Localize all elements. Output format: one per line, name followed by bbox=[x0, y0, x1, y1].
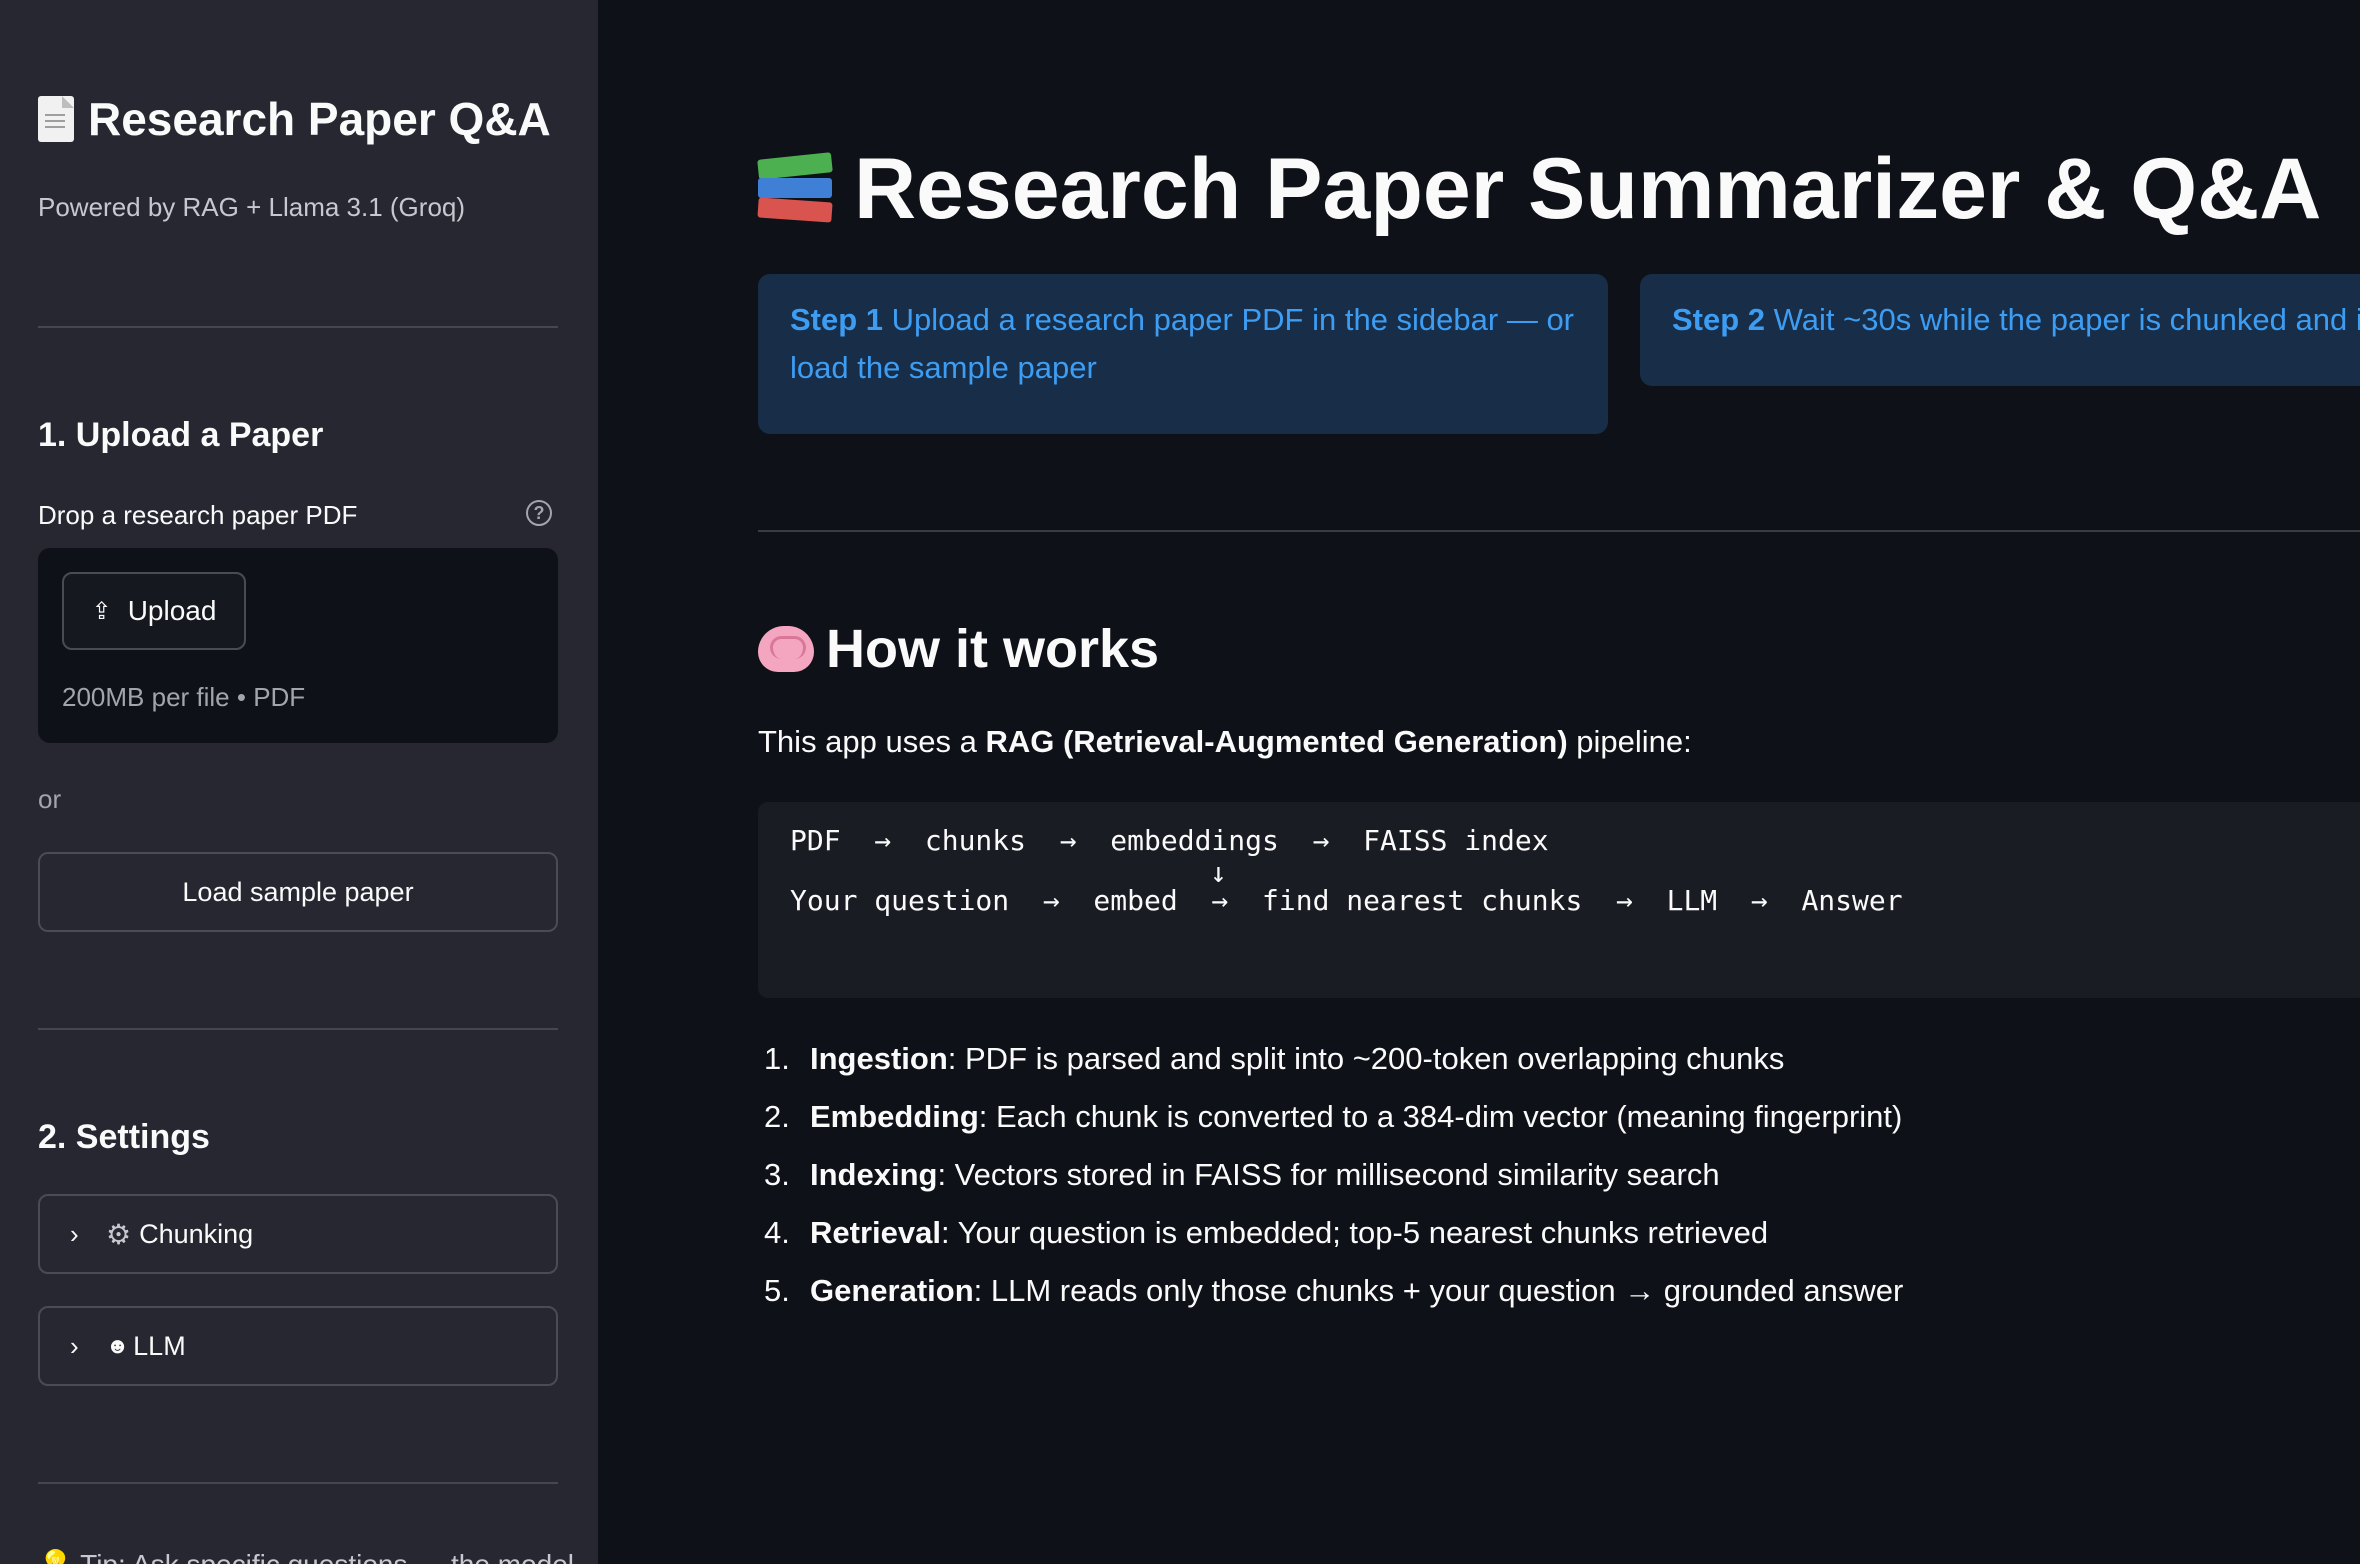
how-it-works-heading: How it works bbox=[758, 618, 1159, 680]
llm-expander[interactable]: › ☻ LLM bbox=[38, 1306, 558, 1386]
sidebar-title-text: Research Paper Q&A bbox=[88, 93, 551, 145]
upload-button-label: Upload bbox=[127, 595, 217, 626]
list-term: Embedding bbox=[810, 1099, 979, 1134]
list-item: 3. Indexing: Vectors stored in FAISS for… bbox=[758, 1146, 1903, 1204]
list-term: Ingestion bbox=[810, 1041, 948, 1076]
uploader-label: Drop a research paper PDF bbox=[38, 500, 358, 530]
upload-section-heading: 1. Upload a Paper bbox=[38, 416, 324, 454]
list-number: 3. bbox=[764, 1157, 790, 1192]
list-item: 5. Generation: LLM reads only those chun… bbox=[758, 1262, 1903, 1320]
llm-expander-label: LLM bbox=[133, 1330, 186, 1361]
page-title-text: Research Paper Summarizer & Q&A bbox=[854, 141, 2322, 237]
page-title: Research Paper Summarizer & Q&A bbox=[757, 140, 2322, 239]
intro-suffix: pipeline: bbox=[1567, 724, 1692, 759]
lightbulb-icon: 💡 bbox=[38, 1549, 80, 1564]
file-dropzone[interactable]: ⇪ Upload 200MB per file • PDF bbox=[38, 548, 558, 743]
brain-icon bbox=[758, 626, 814, 672]
list-desc: : Your question is embedded; top-5 neare… bbox=[940, 1215, 1769, 1250]
chunking-expander[interactable]: › ⚙ Chunking bbox=[38, 1194, 558, 1274]
list-desc: : Vectors stored in FAISS for millisecon… bbox=[937, 1157, 1720, 1192]
chevron-right-icon: › bbox=[70, 1330, 79, 1361]
intro-prefix: This app uses a bbox=[758, 724, 986, 759]
list-term: Retrieval bbox=[810, 1215, 941, 1250]
pipeline-line-1: PDF → chunks → embeddings → FAISS index bbox=[790, 824, 1549, 857]
list-item: 2. Embedding: Each chunk is converted to… bbox=[758, 1088, 1903, 1146]
books-icon bbox=[757, 150, 833, 230]
upload-icon: ⇪ bbox=[91, 597, 112, 625]
step-1-text: Upload a research paper PDF in the sideb… bbox=[790, 302, 1575, 385]
list-number: 5. bbox=[764, 1273, 790, 1308]
or-separator: or bbox=[38, 784, 62, 814]
help-icon[interactable]: ? bbox=[526, 500, 552, 526]
sidebar-divider bbox=[38, 1482, 558, 1484]
chunking-expander-label: Chunking bbox=[139, 1218, 254, 1249]
document-icon bbox=[38, 96, 74, 142]
how-it-works-title: How it works bbox=[826, 619, 1160, 679]
sidebar-tip: 💡 Tip: Ask specific questions — the mode… bbox=[38, 1548, 574, 1564]
load-sample-paper-button[interactable]: Load sample paper bbox=[38, 852, 558, 932]
robot-icon: ☻ bbox=[106, 1333, 130, 1358]
sidebar-title: Research Paper Q&A bbox=[38, 92, 551, 146]
sidebar: Research Paper Q&A Powered by RAG + Llam… bbox=[0, 0, 598, 1564]
list-item: 1. Ingestion: PDF is parsed and split in… bbox=[758, 1030, 1903, 1088]
main-content: Research Paper Summarizer & Q&A Step 1 U… bbox=[598, 0, 2360, 1564]
upload-limit-hint: 200MB per file • PDF bbox=[62, 682, 306, 712]
list-desc: : LLM reads only those chunks + your que… bbox=[973, 1273, 1904, 1308]
list-item: 4. Retrieval: Your question is embedded;… bbox=[758, 1204, 1903, 1262]
upload-button[interactable]: ⇪ Upload bbox=[62, 572, 246, 650]
gear-icon: ⚙ bbox=[106, 1218, 132, 1250]
pipeline-code-block: PDF → chunks → embeddings → FAISS index … bbox=[758, 802, 2360, 998]
sidebar-subtitle: Powered by RAG + Llama 3.1 (Groq) bbox=[38, 192, 466, 222]
list-number: 4. bbox=[764, 1215, 790, 1250]
list-number: 1. bbox=[764, 1041, 790, 1076]
list-desc: : PDF is parsed and split into ~200-toke… bbox=[947, 1041, 1785, 1076]
sidebar-tip-text: Tip: Ask specific questions — the model bbox=[80, 1549, 574, 1564]
list-number: 2. bbox=[764, 1099, 790, 1134]
intro-bold: RAG (Retrieval-Augmented Generation) bbox=[985, 724, 1568, 759]
step-1-label: Step 1 bbox=[790, 302, 884, 337]
list-desc: : Each chunk is converted to a 384-dim v… bbox=[978, 1099, 1903, 1134]
sidebar-divider bbox=[38, 1028, 558, 1030]
chevron-right-icon: › bbox=[70, 1218, 79, 1249]
settings-section-heading: 2. Settings bbox=[38, 1118, 210, 1156]
main-divider bbox=[758, 530, 2360, 532]
step-2-text: Wait ~30s while the paper is chunked and… bbox=[1773, 302, 2360, 337]
list-term: Indexing bbox=[810, 1157, 938, 1192]
step-1-card: Step 1 Upload a research paper PDF in th… bbox=[758, 274, 1608, 434]
step-2-label: Step 2 bbox=[1672, 302, 1766, 337]
step-2-card: Step 2 Wait ~30s while the paper is chun… bbox=[1640, 274, 2360, 386]
intro-text: This app uses a RAG (Retrieval-Augmented… bbox=[758, 724, 1692, 760]
steps-list: 1. Ingestion: PDF is parsed and split in… bbox=[758, 1030, 1903, 1320]
sidebar-divider bbox=[38, 326, 558, 328]
list-term: Generation bbox=[810, 1273, 974, 1308]
pipeline-line-2: Your question → embed → find nearest chu… bbox=[790, 884, 1903, 917]
